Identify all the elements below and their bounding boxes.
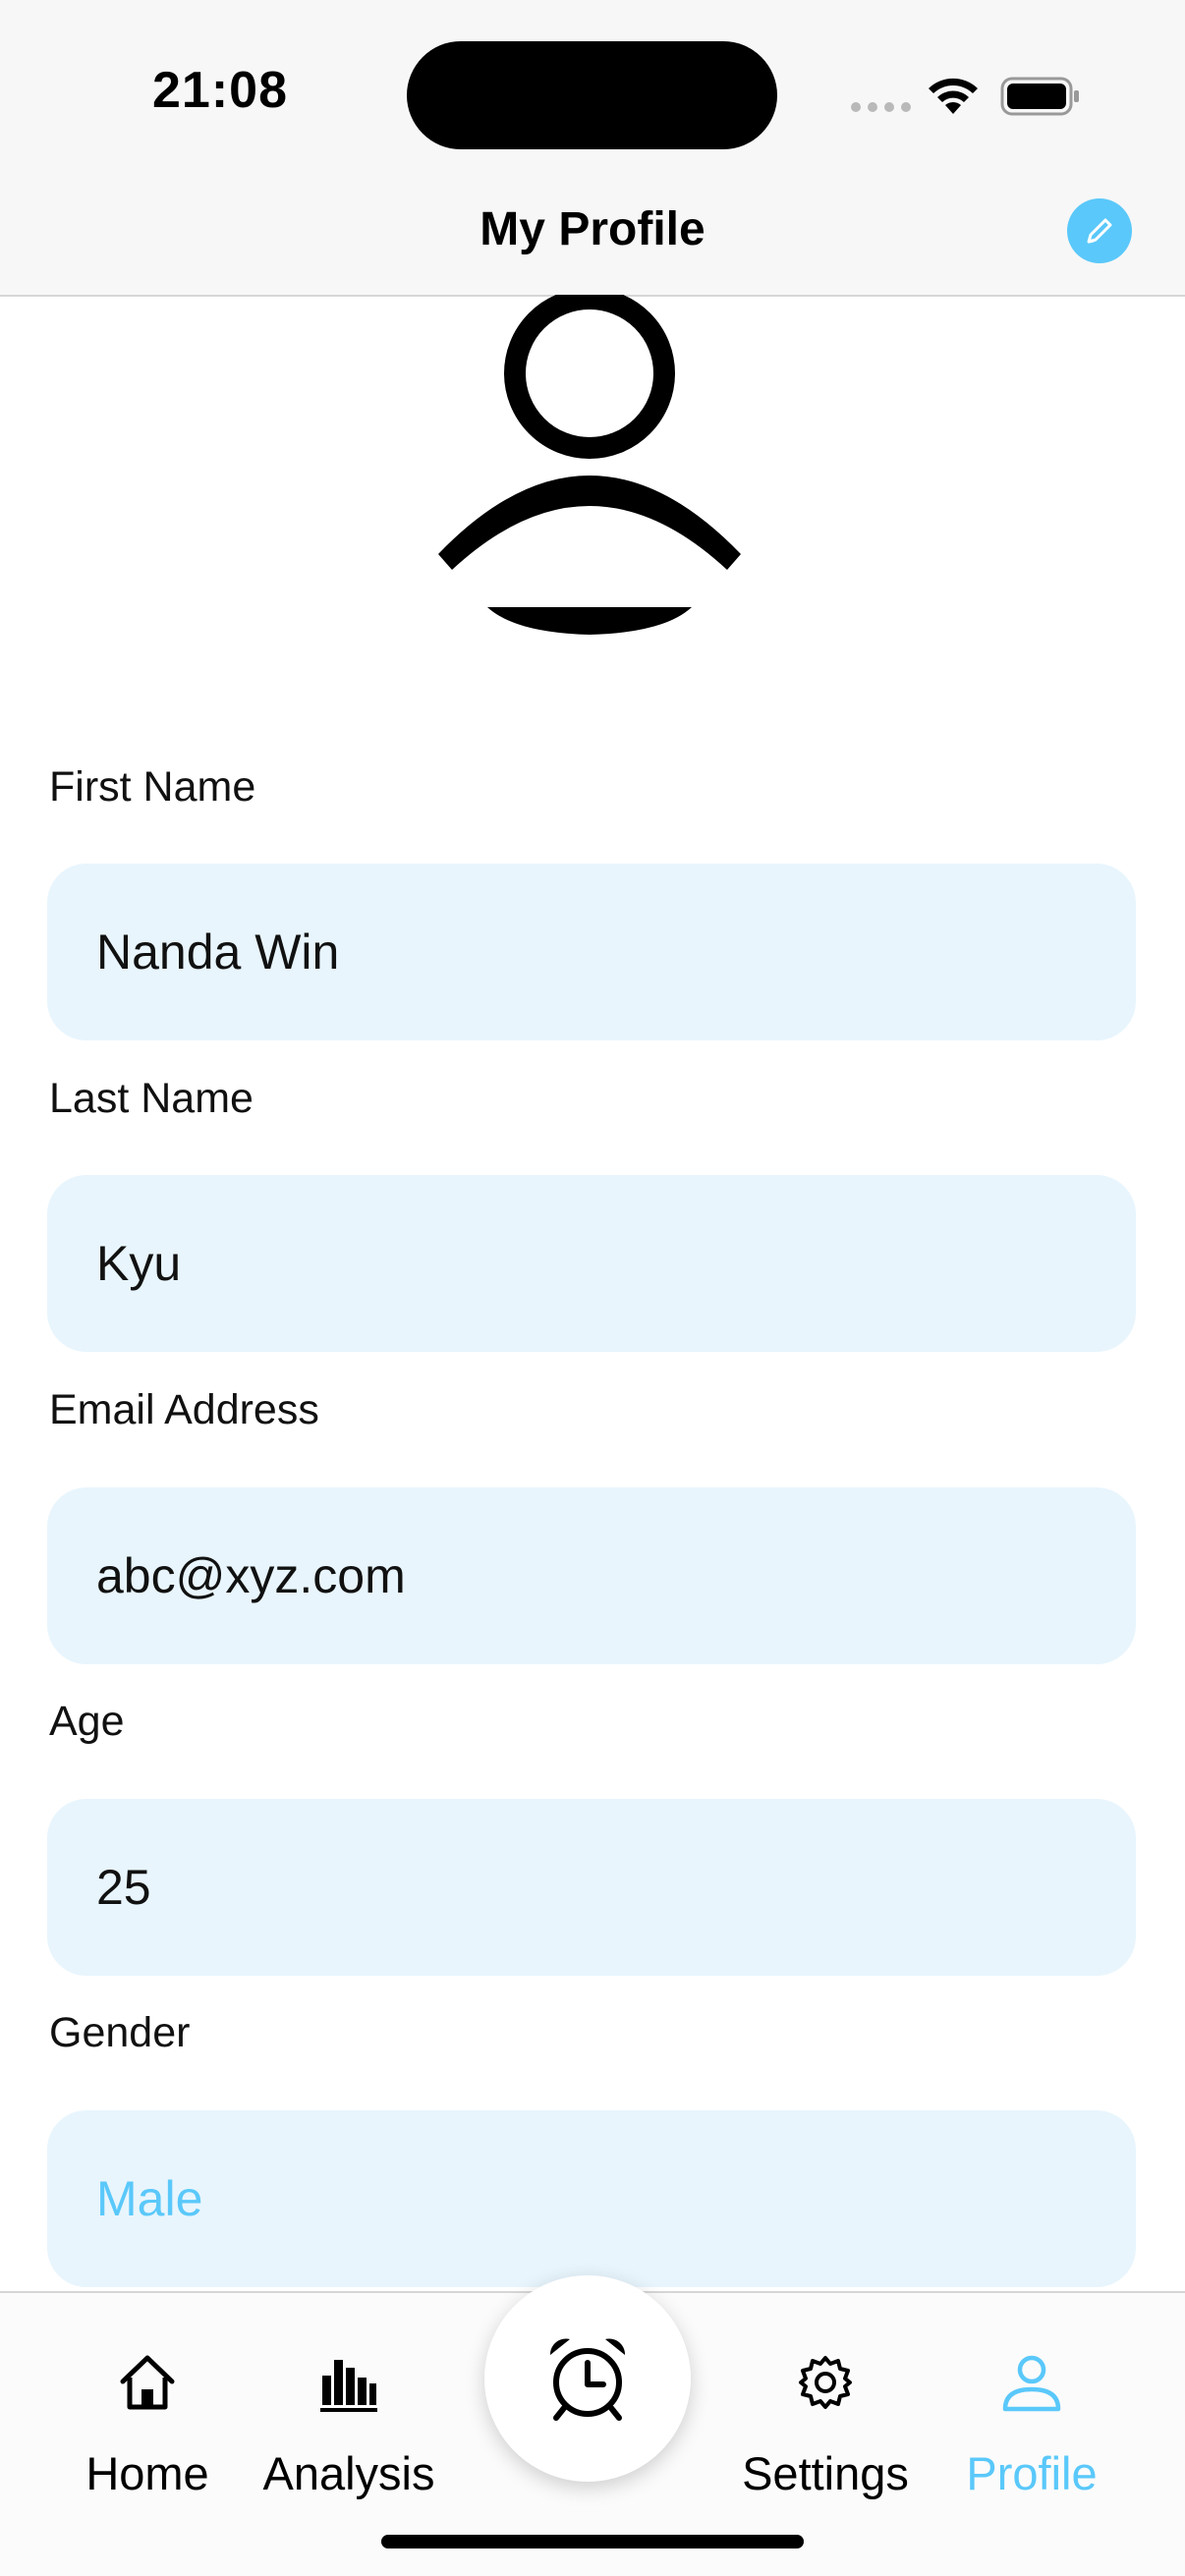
- person-icon: [1002, 2355, 1061, 2412]
- battery-icon: [1000, 77, 1079, 116]
- last-name-label: Last Name: [49, 1075, 254, 1122]
- tab-analysis-label: Analysis: [262, 2447, 435, 2499]
- tab-analysis[interactable]: Analysis: [251, 2348, 447, 2500]
- age-field[interactable]: 25: [47, 1799, 1136, 1976]
- tab-settings[interactable]: Settings: [727, 2348, 924, 2500]
- email-field[interactable]: abc@xyz.com: [47, 1487, 1136, 1664]
- gear-icon: [799, 2356, 852, 2409]
- tab-profile-label: Profile: [966, 2447, 1098, 2499]
- status-time: 21:08: [152, 62, 288, 119]
- house-icon: [120, 2355, 175, 2410]
- tab-home[interactable]: Home: [49, 2348, 246, 2500]
- bar-chart-icon: [320, 2360, 377, 2412]
- age-label: Age: [49, 1698, 125, 1745]
- tab-settings-label: Settings: [742, 2447, 909, 2499]
- edit-profile-button[interactable]: [1067, 198, 1132, 263]
- first-name-field[interactable]: Nanda Win: [47, 864, 1136, 1040]
- gender-label: Gender: [49, 2009, 191, 2056]
- profile-screen: 21:08 My Profile First Name Nanda Win La…: [0, 0, 1185, 2576]
- tab-home-label: Home: [85, 2447, 209, 2499]
- pencil-icon: [1087, 218, 1112, 244]
- last-name-field[interactable]: Kyu: [47, 1175, 1136, 1352]
- tab-bar: Home Analysis Settings Profile: [0, 2275, 1185, 2576]
- alarm-button[interactable]: [484, 2275, 691, 2482]
- page-title: My Profile: [480, 203, 705, 255]
- gender-field[interactable]: Male: [47, 2110, 1136, 2287]
- dynamic-island: [407, 41, 777, 149]
- cellular-signal-icon: [851, 102, 911, 112]
- first-name-label: First Name: [49, 763, 256, 811]
- alarm-clock-icon: [549, 2338, 626, 2421]
- home-indicator: [381, 2535, 804, 2548]
- avatar: [438, 295, 741, 635]
- wifi-icon: [929, 78, 978, 114]
- top-bar: 21:08 My Profile: [0, 0, 1185, 297]
- email-label: Email Address: [49, 1386, 319, 1433]
- tab-profile[interactable]: Profile: [933, 2348, 1130, 2500]
